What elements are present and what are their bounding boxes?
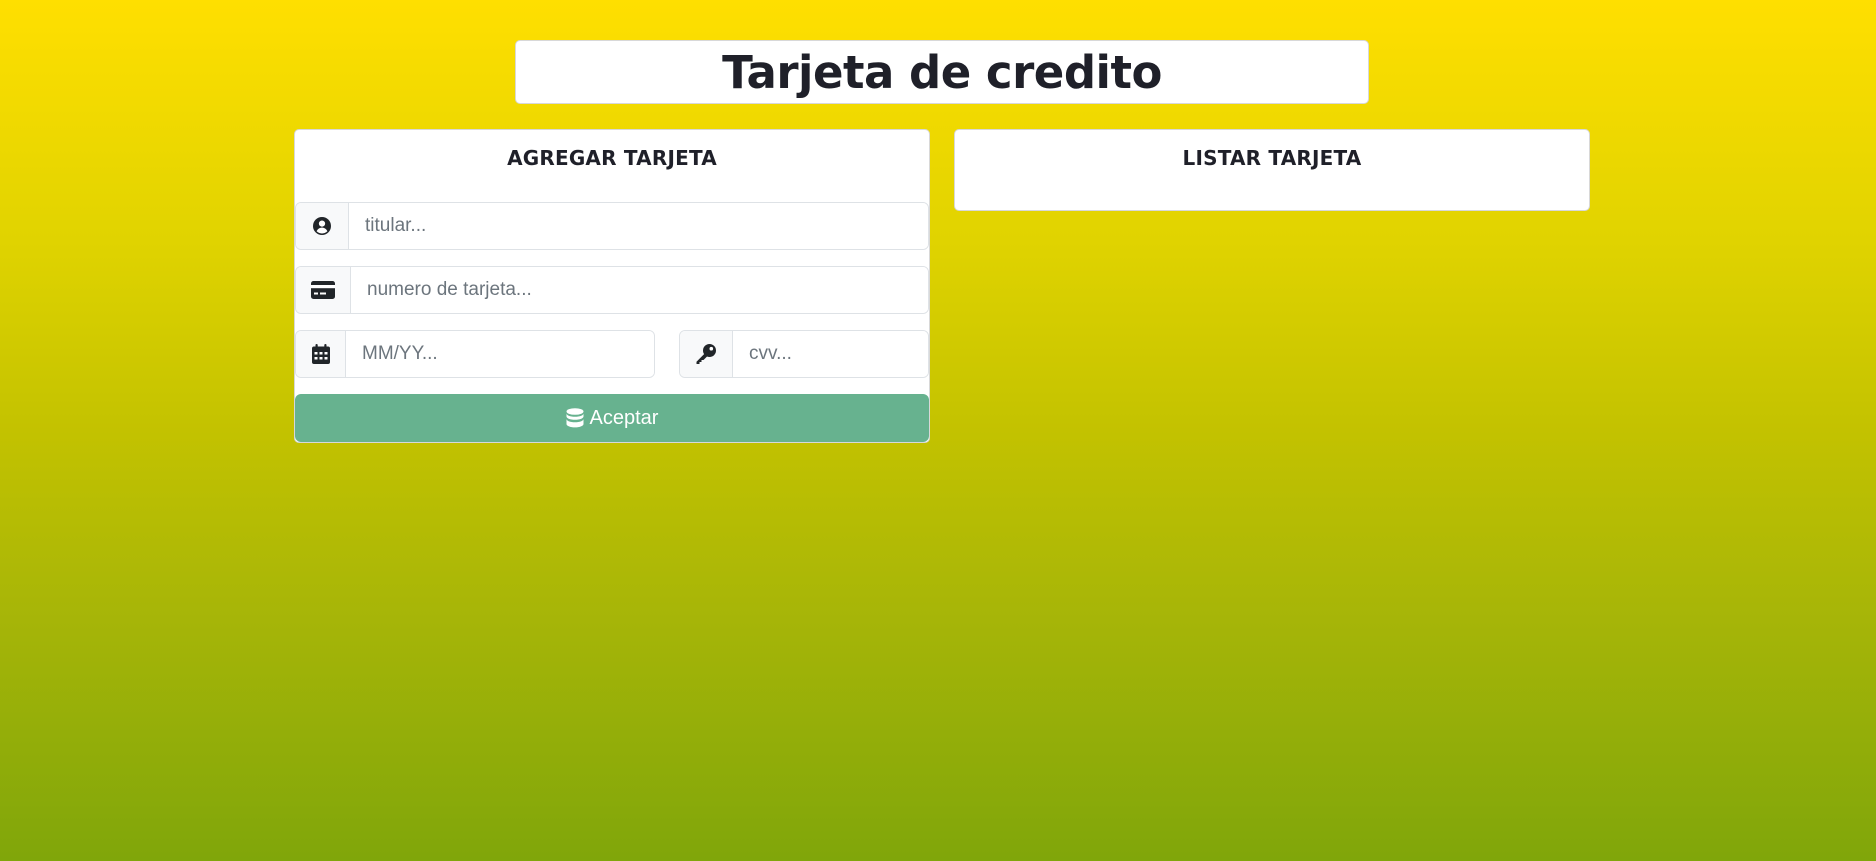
page-title: Tarjeta de credito [722,45,1162,99]
aceptar-label: Aceptar [589,406,659,429]
card-number-input[interactable] [351,267,928,313]
cvv-input-group [679,330,929,378]
expiry-input[interactable] [346,331,654,377]
titular-input-group [295,202,929,250]
page-title-box: Tarjeta de credito [515,40,1369,104]
credit-card-icon [296,267,351,313]
aceptar-button[interactable]: Aceptar [295,394,929,442]
expiry-input-group [295,330,655,378]
user-circle-icon [296,203,349,249]
add-card-title: AGREGAR TARJETA [507,146,717,170]
list-card-title: LISTAR TARJETA [1182,146,1362,170]
card-number-input-group [295,266,929,314]
add-card-panel: AGREGAR TARJETA titular... numero de tar… [294,129,930,443]
cvv-input[interactable] [733,331,928,377]
calendar-icon [296,331,346,377]
database-icon [566,408,584,428]
list-card-panel: LISTAR TARJETA [954,129,1590,211]
key-icon [680,331,733,377]
titular-input[interactable] [349,203,928,249]
